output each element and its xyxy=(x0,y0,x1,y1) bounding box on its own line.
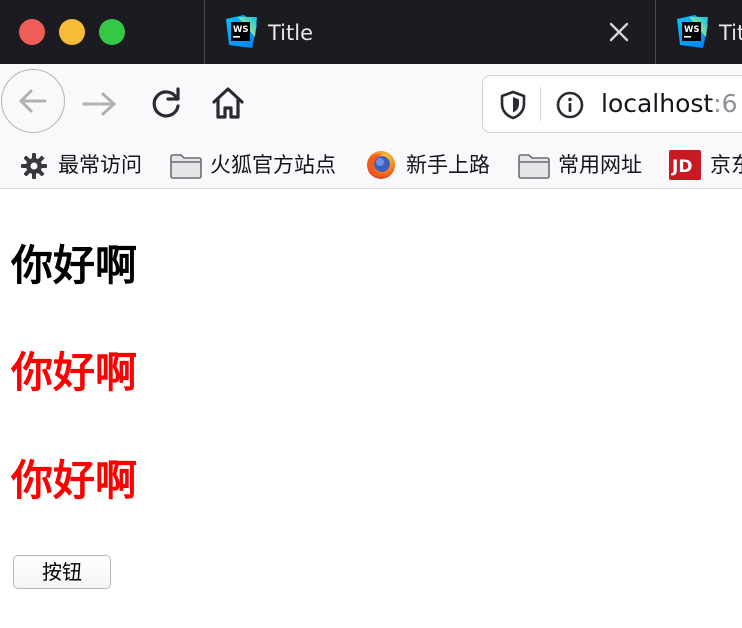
webstorm-icon: WS xyxy=(226,15,257,48)
page-content: 你好啊 你好啊 你好啊 按钮 xyxy=(0,189,742,628)
svg-text:WS: WS xyxy=(233,25,249,35)
bookmark-common-sites[interactable]: 常用网址 xyxy=(517,149,657,181)
tab-active[interactable]: WS Title xyxy=(205,0,655,64)
jd-icon: JD xyxy=(669,150,701,180)
bookmark-most-visited[interactable]: 最常访问 xyxy=(20,149,150,181)
home-button[interactable] xyxy=(210,85,246,125)
reload-icon xyxy=(152,87,180,118)
url-text[interactable]: localhost:6 xyxy=(601,89,738,119)
arrow-right-icon xyxy=(82,92,116,116)
bookmark-jd[interactable]: JD 京东 xyxy=(669,149,742,181)
bookmark-label: 火狐官方站点 xyxy=(210,153,336,177)
title-bar: WS Title WS Title xyxy=(0,0,742,64)
zoom-window-button[interactable] xyxy=(99,19,125,45)
url-host: localhost xyxy=(601,89,714,118)
heading-red: 你好啊 xyxy=(11,348,138,397)
reload-button[interactable] xyxy=(148,86,184,126)
folder-icon xyxy=(518,154,550,179)
bookmarks-toolbar: 最常访问 火狐官方站点 新手上路 常用网址 JD 京 xyxy=(0,144,742,189)
firefox-icon xyxy=(367,151,395,179)
tab-title: Title xyxy=(719,21,742,45)
gear-icon xyxy=(21,153,47,179)
url-port: :6 xyxy=(713,89,738,118)
info-icon[interactable] xyxy=(555,90,585,120)
page-button[interactable]: 按钮 xyxy=(13,555,111,589)
home-icon xyxy=(212,87,244,119)
svg-text:WS: WS xyxy=(684,25,700,35)
bookmark-label: 常用网址 xyxy=(558,153,642,177)
bookmark-label: 新手上路 xyxy=(406,153,490,177)
tab-inactive[interactable]: WS Title xyxy=(656,0,742,64)
shield-icon[interactable] xyxy=(499,90,527,120)
arrow-left-icon xyxy=(19,89,47,113)
tab-title: Title xyxy=(268,21,314,45)
url-bar[interactable]: localhost:6 xyxy=(482,75,742,133)
heading-red: 你好啊 xyxy=(11,456,138,505)
minimize-window-button[interactable] xyxy=(59,19,85,45)
folder-icon xyxy=(170,154,202,179)
heading-black: 你好啊 xyxy=(11,241,138,290)
bookmark-label: 最常访问 xyxy=(58,153,142,177)
svg-text:JD: JD xyxy=(671,157,692,177)
forward-button[interactable] xyxy=(80,86,120,126)
close-window-button[interactable] xyxy=(19,19,45,45)
bookmark-label: 京东 xyxy=(710,153,742,177)
close-tab-icon[interactable] xyxy=(607,20,631,44)
bookmark-getting-started[interactable]: 新手上路 xyxy=(365,149,505,181)
url-divider xyxy=(540,87,541,121)
webstorm-icon: WS xyxy=(677,15,708,48)
back-button[interactable] xyxy=(1,69,65,133)
bookmark-firefox-official[interactable]: 火狐官方站点 xyxy=(169,149,349,181)
navigation-toolbar: localhost:6 xyxy=(0,64,742,144)
